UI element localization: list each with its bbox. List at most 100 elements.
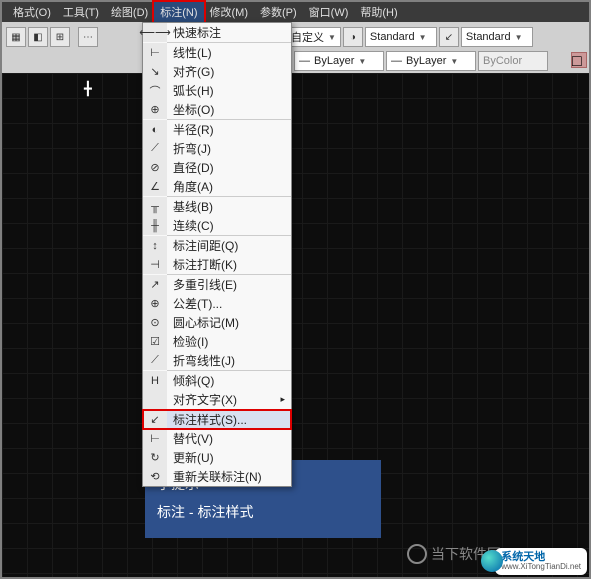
menu-item-icon: ╫ [143,216,167,235]
bycolor-dropdown[interactable]: ByColor [478,51,548,71]
menu-item-label: 角度(A) [167,178,291,195]
menu-item-0[interactable]: ⟵⟶快速标注 [143,23,291,42]
menu-item-20[interactable]: ⊙圆心标记(M) [143,313,291,332]
standard-dropdown-2[interactable]: Standard▼ [461,27,533,47]
menu-item-icon [143,390,167,409]
menu-item-icon: ↙ [143,410,167,429]
custom-dropdown[interactable]: 自定义▼ [286,27,341,47]
menu-item-icon: ⊣ [143,255,167,274]
menu-item-label: 公差(T)... [167,295,291,312]
menu-item-icon: ⌒ [143,81,167,100]
menu-item-8[interactable]: ⟋折弯(J) [143,139,291,158]
menu-item-24[interactable]: H倾斜(Q) [143,371,291,390]
tb-btn-1[interactable]: ▦ [6,27,26,47]
menu-dimension[interactable]: 标注(N) [154,2,203,22]
menu-item-icon: ☑ [143,332,167,351]
menu-draw[interactable]: 绘图(D) [105,2,154,22]
menu-item-icon: ⟋ [143,139,167,158]
toolbar-row-2: — ByLayer▼ — ByLayer▼ ByColor [6,50,585,72]
menu-item-label: 更新(U) [167,449,291,466]
menu-item-27[interactable]: ↙标注样式(S)... [143,410,291,429]
menu-item-2[interactable]: ⊢线性(L) [143,43,291,62]
menu-modify[interactable]: 修改(M) [204,2,255,22]
menu-tools[interactable]: 工具(T) [57,2,105,22]
bylayer-dropdown-1[interactable]: — ByLayer▼ [294,51,384,71]
menu-item-25[interactable]: 对齐文字(X)▸ [143,390,291,409]
standard-dropdown-1[interactable]: Standard▼ [365,27,437,47]
menu-item-icon: ∠ [143,177,167,196]
menu-item-label: 快速标注 [167,24,291,41]
menu-format[interactable]: 格式(O) [7,2,57,22]
menu-item-icon: ↘ [143,62,167,81]
menu-item-label: 标注样式(S)... [167,411,291,428]
menu-item-18[interactable]: ↗多重引线(E) [143,275,291,294]
menu-item-icon: ⊘ [143,158,167,177]
menu-item-label: 倾斜(Q) [167,372,291,389]
menu-item-icon: ⊢ [143,429,167,448]
menu-item-22[interactable]: ⟋折弯线性(J) [143,351,291,370]
menu-item-icon: ⊢ [143,43,167,62]
menu-item-icon: ↻ [143,448,167,467]
tb-btn-2[interactable]: ◧ [28,27,48,47]
menu-item-label: 对齐文字(X) [167,391,280,408]
menu-item-icon: ⊕ [143,294,167,313]
menu-item-label: 线性(L) [167,44,291,61]
menu-item-7[interactable]: ◐半径(R) [143,120,291,139]
submenu-arrow-icon: ▸ [280,394,291,405]
tb-btn-4[interactable]: ⋯ [78,27,98,47]
menu-item-12[interactable]: ╥基线(B) [143,197,291,216]
tb-btn-3[interactable]: ⊞ [50,27,70,47]
menu-item-icon: ⊕ [143,100,167,119]
menu-item-label: 检验(I) [167,333,291,350]
menu-item-19[interactable]: ⊕公差(T)... [143,294,291,313]
menu-item-label: 折弯线性(J) [167,352,291,369]
crosshair-cursor: ╋ [84,81,92,97]
globe-icon [481,550,503,572]
menu-item-29[interactable]: ↻更新(U) [143,448,291,467]
menu-item-icon: ◐ [143,120,167,139]
menu-item-icon: ⟋ [143,351,167,370]
menu-item-10[interactable]: ∠角度(A) [143,177,291,196]
menu-parametric[interactable]: 参数(P) [254,2,303,22]
watermark-xitongtiandi: 系统天地 www.XiTongTianDi.net [495,548,587,575]
menu-item-label: 折弯(J) [167,140,291,157]
menu-item-3[interactable]: ↘对齐(G) [143,62,291,81]
menu-item-13[interactable]: ╫连续(C) [143,216,291,235]
tb-right-button[interactable]: □ [571,52,587,68]
menu-item-16[interactable]: ⊣标注打断(K) [143,255,291,274]
menu-item-21[interactable]: ☑检验(I) [143,332,291,351]
tooltip-text: 标注 - 标注样式 [157,498,369,526]
menu-item-label: 圆心标记(M) [167,314,291,331]
menu-item-label: 重新关联标注(N) [167,468,291,485]
menu-item-label: 弧长(H) [167,82,291,99]
menu-item-9[interactable]: ⊘直径(D) [143,158,291,177]
menu-item-icon: ↕ [143,236,167,255]
menu-item-4[interactable]: ⌒弧长(H) [143,81,291,100]
menu-help[interactable]: 帮助(H) [354,2,403,22]
menu-item-28[interactable]: ⊢替代(V) [143,429,291,448]
menu-item-15[interactable]: ↕标注间距(Q) [143,236,291,255]
bylayer-dropdown-2[interactable]: — ByLayer▼ [386,51,476,71]
menu-item-icon: H [143,371,167,390]
menu-item-icon: ⊙ [143,313,167,332]
menu-item-icon: ╥ [143,197,167,216]
menu-item-label: 多重引线(E) [167,276,291,293]
tb-btn-8[interactable]: ↙ [439,27,459,47]
menu-item-label: 半径(R) [167,121,291,138]
menubar: 格式(O) 工具(T) 绘图(D) 标注(N) 修改(M) 参数(P) 窗口(W… [2,2,589,22]
menu-item-30[interactable]: ⟲重新关联标注(N) [143,467,291,486]
menu-item-label: 标注间距(Q) [167,237,291,254]
menu-item-label: 标注打断(K) [167,256,291,273]
menu-item-label: 替代(V) [167,430,291,447]
dimension-dropdown-menu: ⟵⟶快速标注⊢线性(L)↘对齐(G)⌒弧长(H)⊕坐标(O)◐半径(R)⟋折弯(… [142,22,292,487]
menu-item-label: 坐标(O) [167,101,291,118]
menu-item-label: 对齐(G) [167,63,291,80]
toolbar-row-1: ▦ ◧ ⊞ ⋯ ▤ ▥ 自定义▼ ◑ Standard▼ ↙ Standard▼ [6,26,585,48]
menu-item-icon: ⟲ [143,467,167,486]
menu-item-icon: ↗ [143,275,167,294]
menu-item-label: 直径(D) [167,159,291,176]
menu-window[interactable]: 窗口(W) [303,2,355,22]
menu-item-label: 基线(B) [167,198,291,215]
tb-btn-7[interactable]: ◑ [343,27,363,47]
menu-item-5[interactable]: ⊕坐标(O) [143,100,291,119]
